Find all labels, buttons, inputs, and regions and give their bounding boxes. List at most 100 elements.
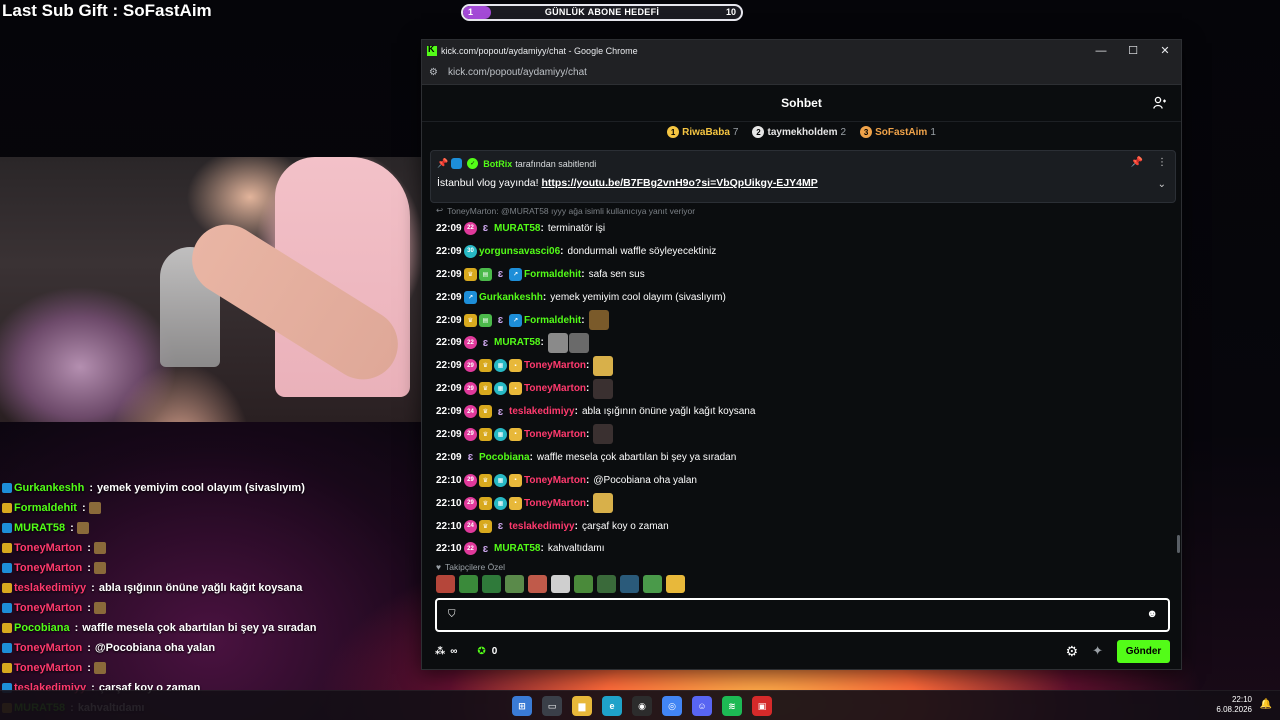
message-username[interactable]: Formaldehit xyxy=(524,269,581,280)
reply-icon: ↩ xyxy=(436,205,444,215)
message-username[interactable]: ToneyMarton xyxy=(524,360,586,371)
emote-icon[interactable] xyxy=(666,575,685,593)
message-username[interactable]: MURAT58 xyxy=(494,543,540,554)
message-username[interactable]: ToneyMarton xyxy=(524,498,586,509)
address-bar[interactable]: ⚙ kick.com/popout/aydamiyy/chat xyxy=(422,61,1181,85)
chat-message[interactable]: 22:09 22 ɛ MURAT58: terminatör işi xyxy=(436,217,1171,240)
badge-icon xyxy=(2,483,12,493)
users-icon[interactable] xyxy=(1153,96,1167,110)
file-explorer-icon[interactable]: ▆ xyxy=(572,696,592,716)
founder-badge-icon: ↗ xyxy=(509,313,522,327)
app-red-icon[interactable]: ▣ xyxy=(752,696,772,716)
start-icon[interactable]: ⊞ xyxy=(512,696,532,716)
chat-message[interactable]: 22:09 29 ♛ ▦ ▪ ToneyMarton: xyxy=(436,354,1171,377)
top-gifter[interactable]: 1 RiwaBaba 7 xyxy=(667,126,738,138)
maximize-button[interactable]: ☐ xyxy=(1117,40,1149,61)
pinned-message[interactable]: 📌 ✓ BotRix tarafından sabitlendi İstanbu… xyxy=(430,150,1176,203)
emote-icon[interactable] xyxy=(643,575,662,593)
message-username[interactable]: MURAT58 xyxy=(494,223,540,234)
chat-message[interactable]: 22:09 30 yorgunsavasci06: dondurmalı waffle… xyxy=(436,240,1171,263)
pinned-prefix: İstanbul vlog yayında! xyxy=(437,177,539,189)
gift-icon[interactable]: ✦ xyxy=(1092,643,1103,659)
message-username[interactable]: Formaldehit xyxy=(524,315,581,326)
message-text: @Pocobiana oha yalan xyxy=(593,474,697,486)
viewers-info[interactable]: ⁂ ∞ xyxy=(435,646,457,657)
chat-message[interactable]: 22:09 29 ♛ ▦ ▪ ToneyMarton: xyxy=(436,423,1171,446)
top-gifter[interactable]: 2 taymekholdem 2 xyxy=(752,126,846,138)
message-time: 22:09 xyxy=(436,314,462,326)
chat-message[interactable]: 22:10 29 ♛ ▦ ▪ ToneyMarton: @Pocobiana oha yal… xyxy=(436,469,1171,492)
notification-icon[interactable]: 🔔 xyxy=(1260,699,1272,710)
infinity-icon: ∞ xyxy=(450,645,458,657)
send-button[interactable]: Gönder xyxy=(1117,639,1170,663)
emote-icon[interactable] xyxy=(436,575,455,593)
emote-icon[interactable] xyxy=(597,575,616,593)
pinned-link[interactable]: https://youtu.be/B7FBg2vnH9o?si=VbQpUikg… xyxy=(542,177,818,189)
badge-icon xyxy=(2,563,12,573)
chat-message[interactable]: 22:09 24 ♛ ɛ teslakedimiyy: abla ışığının önü… xyxy=(436,400,1171,423)
chat-input[interactable]: ⛉ ☻ xyxy=(435,598,1170,632)
chrome-icon[interactable]: ◎ xyxy=(662,696,682,716)
chat-message[interactable]: 22:09 ↗ Gurkankeshh: yemek yemiyim cool ola… xyxy=(436,286,1171,309)
url-text[interactable]: kick.com/popout/aydamiyy/chat xyxy=(448,67,587,78)
emote-icon xyxy=(93,602,106,614)
chat-message[interactable]: 22:10 29 ♛ ▦ ▪ ToneyMarton: xyxy=(436,492,1171,515)
message-username[interactable]: MURAT58 xyxy=(494,337,540,348)
chat-message[interactable]: 22:09 22 ɛ MURAT58: xyxy=(436,331,1171,354)
scrollbar[interactable] xyxy=(1177,535,1180,553)
emote-icon[interactable] xyxy=(528,575,547,593)
overlay-colon: : xyxy=(89,482,93,494)
chat-message[interactable]: 22:09 ɛ Pocobiana: waffle mesela çok abartı… xyxy=(436,446,1171,469)
unpin-icon[interactable]: 📌 xyxy=(1131,157,1143,168)
overlay-text: @Pocobiana oha yalan xyxy=(94,642,216,654)
top-gifter[interactable]: 3 SoFastAim 1 xyxy=(860,126,936,138)
message-time: 22:09 xyxy=(436,360,462,372)
chat-message[interactable]: 22:10 22 ɛ MURAT58: kahvaltıdamı xyxy=(436,537,1171,560)
emote-icon xyxy=(593,424,614,445)
badge-icon xyxy=(2,643,12,653)
pinned-by-user[interactable]: BotRix xyxy=(483,159,512,169)
message-username[interactable]: yorgunsavasci06 xyxy=(479,246,560,257)
minimize-button[interactable]: — xyxy=(1085,40,1117,61)
chat-message[interactable]: 22:09 29 ♛ ▦ ▪ ToneyMarton: xyxy=(436,377,1171,400)
rank-badge-icon: 2 xyxy=(752,126,765,138)
badge-icon xyxy=(2,603,12,613)
edge-icon[interactable]: e xyxy=(602,696,622,716)
emoji-icon[interactable]: ☻ xyxy=(1146,608,1158,620)
more-options-icon[interactable]: ⋮ xyxy=(1157,157,1167,168)
chevron-down-icon[interactable]: ⌄ xyxy=(1158,179,1166,190)
users-icon: ⁂ xyxy=(435,645,446,657)
site-settings-icon[interactable]: ⚙ xyxy=(429,67,445,78)
pin-icon: 📌 xyxy=(437,158,449,168)
message-username[interactable]: Pocobiana xyxy=(479,452,530,463)
message-username[interactable]: teslakedimiyy xyxy=(509,521,575,532)
message-username[interactable]: ToneyMarton xyxy=(524,475,586,486)
emote-icon[interactable] xyxy=(482,575,501,593)
dragon-icon: ɛ xyxy=(497,520,504,533)
message-username[interactable]: Gurkankeshh xyxy=(479,292,543,303)
emote-icon[interactable] xyxy=(551,575,570,593)
chat-message[interactable]: 22:09 ♛ ▤ ɛ ↗ Formaldehit: xyxy=(436,309,1171,332)
message-time: 22:09 xyxy=(436,291,462,303)
emote-icon[interactable] xyxy=(459,575,478,593)
task-view-icon[interactable]: ▭ xyxy=(542,696,562,716)
overlay-text: waffle mesela çok abartılan bi şey ya sı… xyxy=(82,622,317,634)
settings-icon[interactable]: ⚙ xyxy=(1066,643,1079,660)
chat-message[interactable]: 22:09 ♛ ▤ ɛ ↗ Formaldehit: safa sen sus xyxy=(436,263,1171,286)
message-username[interactable]: ToneyMarton xyxy=(524,383,586,394)
overlay-chat: Gurkankeshh: yemek yemiyim cool olayım (s… xyxy=(2,478,422,718)
emote-icon[interactable] xyxy=(505,575,524,593)
emote-icon[interactable] xyxy=(620,575,639,593)
discord-icon[interactable]: ☺ xyxy=(692,696,712,716)
obs-icon[interactable]: ◉ xyxy=(632,696,652,716)
close-button[interactable]: ✕ xyxy=(1149,40,1181,61)
taskbar-clock[interactable]: 22:10 6.08.2026 xyxy=(1216,695,1252,715)
message-colon: : xyxy=(581,314,585,326)
chat-message[interactable]: 22:10 24 ♛ ɛ teslakedimiyy: çarşaf koy o zama… xyxy=(436,515,1171,538)
spotify-icon[interactable]: ≋ xyxy=(722,696,742,716)
message-username[interactable]: ToneyMarton xyxy=(524,429,586,440)
channel-points[interactable]: ✪ 0 xyxy=(477,646,497,657)
message-username[interactable]: teslakedimiyy xyxy=(509,406,575,417)
emote-icon[interactable] xyxy=(574,575,593,593)
emote-icon xyxy=(593,355,614,376)
